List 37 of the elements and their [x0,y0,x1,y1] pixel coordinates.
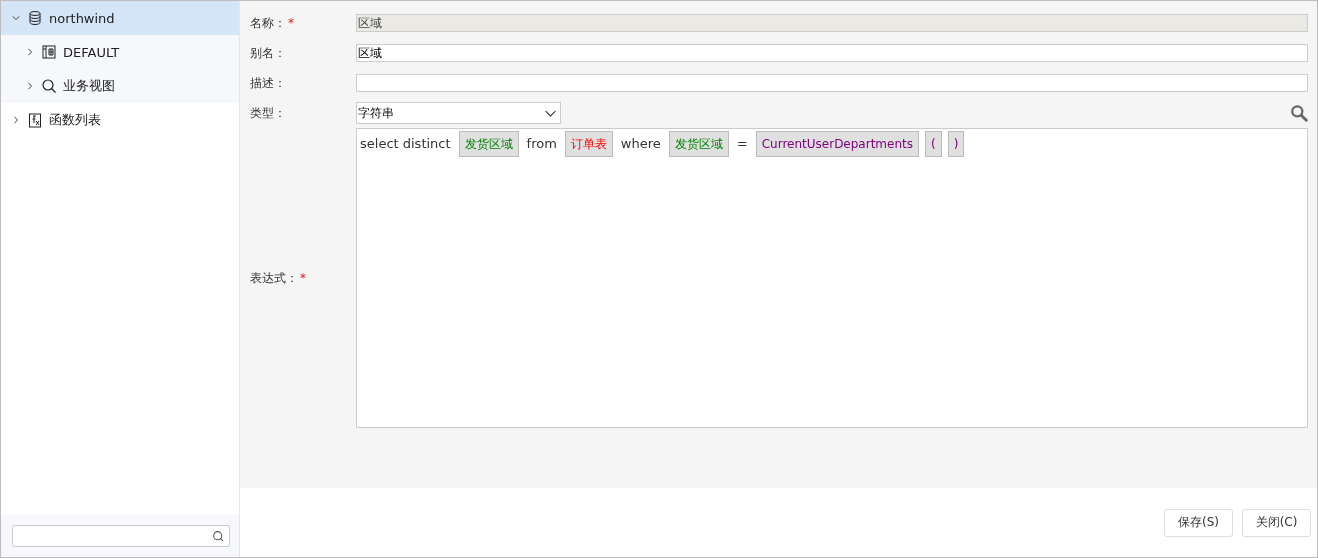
search-icon [212,529,225,543]
text-field[interactable]: 区域 [356,44,1308,62]
close-button[interactable]: 关闭(C) [1242,508,1311,537]
expression-token[interactable]: 发货区域 [668,131,729,157]
tree-item[interactable]: DEFAULT [1,35,239,69]
field-label: 类型： [250,104,287,122]
save-button[interactable]: 保存(S) [1164,508,1233,537]
chevron-right-icon [25,47,35,57]
search-field[interactable] [12,525,230,547]
search-icon [41,78,57,94]
field-label: 表达式： * [250,269,307,287]
tree-item[interactable]: northwind [1,1,239,35]
expression-token[interactable]: ( [925,131,942,157]
type-dropdown[interactable]: 字符串 [356,102,561,124]
database-icon [27,10,43,26]
field-label: 名称： * [250,14,295,32]
expression-token[interactable]: ) [947,131,965,157]
chevron-right-icon [25,81,35,91]
field-label: 描述： [250,74,287,92]
expression-token[interactable]: 发货区域 [458,131,519,157]
grid-icon [41,44,57,60]
function-icon [27,112,43,128]
tree-item[interactable]: 业务视图 [1,69,239,103]
tree-item[interactable]: 函数列表 [1,103,239,137]
expression-text: where [619,135,662,153]
text-field[interactable] [356,74,1308,92]
field-label: 别名： [250,44,287,62]
expression-text: select distinct [359,135,452,153]
chevron-down-icon [11,13,21,23]
search-icon [1290,104,1308,122]
expression-text: = [735,135,749,153]
expression-text: from [525,135,558,153]
required-mark: * [300,270,306,285]
expression-editor[interactable]: select distinct 发货区域 from 订单表 where 发货区域 = CurrentUserDepartments ( ) [356,128,1308,428]
required-mark: * [288,15,294,30]
chevron-right-icon [11,115,21,125]
expression-token[interactable]: CurrentUserDepartments [755,131,919,157]
